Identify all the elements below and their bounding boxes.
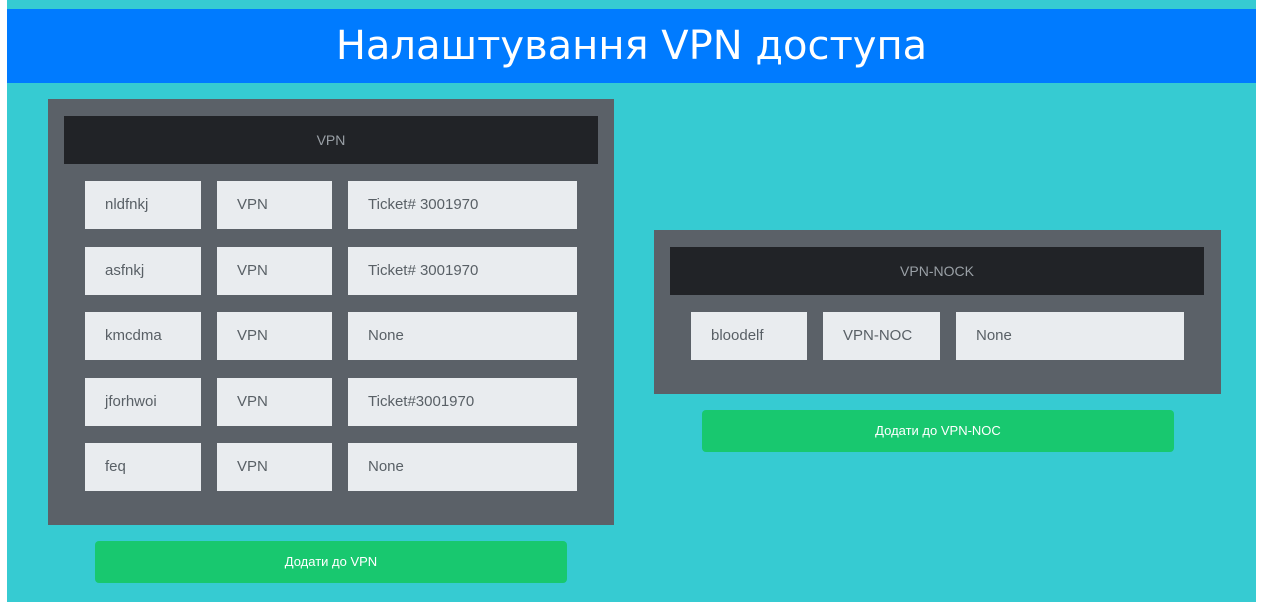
vpn-row-2-user: asfnkj: [85, 247, 201, 295]
vpn-row-5-group: VPN: [217, 443, 332, 491]
vpn-noc-row-1-user: bloodelf: [691, 312, 807, 360]
vpn-noc-row-1-group: VPN-NOC: [823, 312, 940, 360]
vpn-row-1-user: nldfnkj: [85, 181, 201, 229]
vpn-row-1-group: VPN: [217, 181, 332, 229]
vpn-row-4-ticket: Ticket#3001970: [348, 378, 577, 426]
vpn-row-1-ticket: Ticket# 3001970: [348, 181, 577, 229]
add-to-vpn-button[interactable]: Додати до VPN: [95, 541, 567, 583]
vpn-row-3-ticket: None: [348, 312, 577, 360]
vpn-row-3-group: VPN: [217, 312, 332, 360]
page-title: Налаштування VPN доступа: [7, 9, 1256, 83]
vpn-noc-panel: VPN-NOCK bloodelf VPN-NOC None: [654, 230, 1221, 394]
vpn-row-2-group: VPN: [217, 247, 332, 295]
vpn-row-5-user: feq: [85, 443, 201, 491]
vpn-row-4-user: jforhwoi: [85, 378, 201, 426]
vpn-row-4-group: VPN: [217, 378, 332, 426]
vpn-row-2-ticket: Ticket# 3001970: [348, 247, 577, 295]
vpn-noc-panel-title: VPN-NOCK: [670, 247, 1204, 295]
vpn-panel-title: VPN: [64, 116, 598, 164]
page: Налаштування VPN доступа VPN nldfnkj VPN…: [7, 0, 1256, 602]
vpn-panel: VPN nldfnkj VPN Ticket# 3001970 asfnkj V…: [48, 99, 614, 525]
add-to-vpn-noc-button[interactable]: Додати до VPN-NOC: [702, 410, 1174, 452]
vpn-row-3-user: kmcdma: [85, 312, 201, 360]
vpn-row-5-ticket: None: [348, 443, 577, 491]
vpn-noc-row-1-ticket: None: [956, 312, 1184, 360]
